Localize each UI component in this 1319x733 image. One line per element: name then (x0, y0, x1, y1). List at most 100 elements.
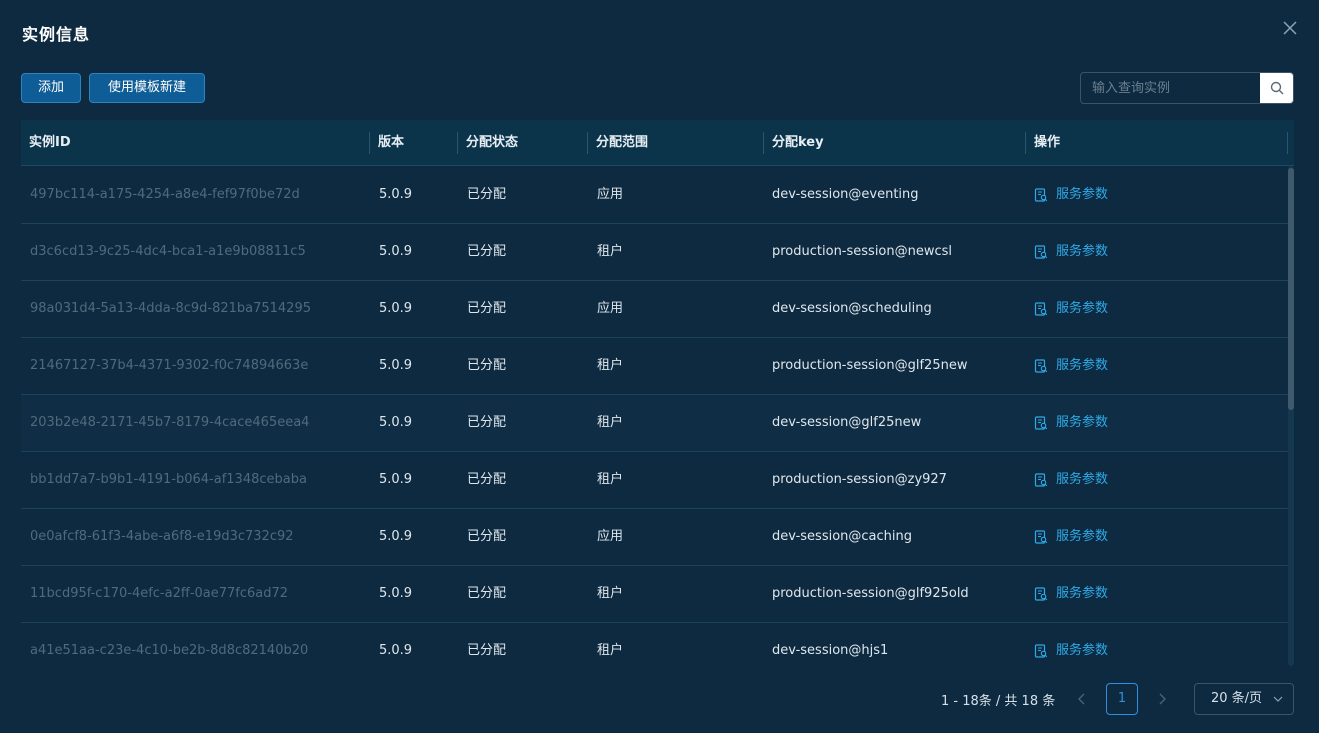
cell-key: production-session@glf925old (772, 586, 969, 601)
search-box (1080, 72, 1294, 104)
service-params-link[interactable]: 服务参数 (1025, 224, 1108, 280)
table-scrollbar[interactable] (1288, 166, 1294, 666)
add-button[interactable]: 添加 (21, 73, 81, 103)
service-params-link[interactable]: 服务参数 (1025, 452, 1108, 508)
column-header-version: 版本 (370, 120, 458, 166)
cell-status: 已分配 (467, 415, 507, 430)
cell-version: 5.0.9 (379, 415, 413, 430)
cell-status: 已分配 (467, 529, 507, 544)
chevron-down-icon (1273, 696, 1283, 702)
table-row: 11bcd95f-c170-4efc-a2ff-0ae77fc6ad72 5.0.… (21, 566, 1288, 623)
cell-status: 已分配 (467, 358, 507, 373)
params-doc-icon (1034, 644, 1048, 658)
service-params-link[interactable]: 服务参数 (1025, 509, 1108, 565)
table-row: d3c6cd13-9c25-4dc4-bca1-a1e9b08811c5 5.0.… (21, 224, 1288, 281)
cell-scope: 租户 (597, 415, 624, 430)
params-doc-icon (1034, 188, 1048, 202)
column-header-status: 分配状态 (458, 120, 588, 166)
next-page-icon[interactable] (1152, 689, 1172, 709)
page-number-button[interactable]: 1 (1106, 683, 1138, 715)
service-params-link[interactable]: 服务参数 (1025, 566, 1108, 622)
pagination-total: 1 - 18条 / 共 18 条 (941, 694, 1056, 709)
prev-page-icon[interactable] (1072, 689, 1092, 709)
cell-key: dev-session@scheduling (772, 301, 932, 316)
table-row: 98a031d4-5a13-4dda-8c9d-821ba7514295 5.0.… (21, 281, 1288, 338)
cell-scope: 应用 (597, 187, 624, 202)
params-doc-icon (1034, 587, 1048, 601)
params-doc-icon (1034, 416, 1048, 430)
cell-status: 已分配 (467, 586, 507, 601)
cell-scope: 租户 (597, 586, 624, 601)
service-params-link[interactable]: 服务参数 (1025, 395, 1108, 451)
service-params-label: 服务参数 (1056, 244, 1109, 259)
cell-key: production-session@newcsl (772, 244, 953, 259)
column-header-instance-id: 实例ID (21, 120, 370, 166)
table-header: 实例ID 版本 分配状态 分配范围 分配key 操作 (21, 120, 1294, 166)
params-doc-icon (1034, 359, 1048, 373)
cell-version: 5.0.9 (379, 358, 413, 373)
cell-version: 5.0.9 (379, 529, 413, 544)
cell-version: 5.0.9 (379, 586, 413, 601)
service-params-link[interactable]: 服务参数 (1025, 167, 1108, 223)
cell-scope: 应用 (597, 529, 624, 544)
table-row: 21467127-37b4-4371-9302-f0c74894663e 5.0.… (21, 338, 1288, 395)
service-params-label: 服务参数 (1056, 415, 1109, 430)
cell-instance-id: 497bc114-a175-4254-a8e4-fef97f0be72d (30, 187, 300, 202)
cell-key: production-session@glf25new (772, 358, 968, 373)
scrollbar-thumb[interactable] (1288, 168, 1294, 410)
cell-status: 已分配 (467, 187, 507, 202)
cell-instance-id: bb1dd7a7-b9b1-4191-b064-af1348cebaba (30, 472, 307, 487)
table-row: 203b2e48-2171-45b7-8179-4cace465eea4 5.0.… (21, 395, 1288, 452)
params-doc-icon (1034, 245, 1048, 259)
create-from-template-button[interactable]: 使用模板新建 (89, 73, 205, 103)
instance-table: 实例ID 版本 分配状态 分配范围 分配key 操作 497bc114-a175… (21, 120, 1294, 668)
table-row: 497bc114-a175-4254-a8e4-fef97f0be72d 5.0.… (21, 167, 1288, 224)
table-row: 0e0afcf8-61f3-4abe-a6f8-e19d3c732c92 5.0.… (21, 509, 1288, 566)
search-icon (1270, 81, 1283, 95)
cell-scope: 租户 (597, 472, 624, 487)
service-params-link[interactable]: 服务参数 (1025, 623, 1108, 668)
cell-scope: 应用 (597, 301, 624, 316)
params-doc-icon (1034, 473, 1048, 487)
page-size-select[interactable]: 20 条/页 (1194, 683, 1294, 715)
column-header-key: 分配key (764, 120, 1026, 166)
cell-instance-id: 203b2e48-2171-45b7-8179-4cace465eea4 (30, 415, 310, 430)
cell-status: 已分配 (467, 244, 507, 259)
cell-status: 已分配 (467, 472, 507, 487)
service-params-link[interactable]: 服务参数 (1025, 338, 1108, 394)
service-params-label: 服务参数 (1056, 358, 1109, 373)
cell-instance-id: 98a031d4-5a13-4dda-8c9d-821ba7514295 (30, 301, 311, 316)
cell-instance-id: 21467127-37b4-4371-9302-f0c74894663e (30, 358, 309, 373)
cell-status: 已分配 (467, 301, 507, 316)
service-params-label: 服务参数 (1056, 187, 1109, 202)
service-params-label: 服务参数 (1056, 529, 1109, 544)
cell-instance-id: 11bcd95f-c170-4efc-a2ff-0ae77fc6ad72 (30, 586, 289, 601)
params-doc-icon (1034, 302, 1048, 316)
service-params-link[interactable]: 服务参数 (1025, 281, 1108, 337)
column-header-scope: 分配范围 (588, 120, 764, 166)
cell-instance-id: a41e51aa-c23e-4c10-be2b-8d8c82140b20 (30, 643, 309, 658)
cell-version: 5.0.9 (379, 472, 413, 487)
cell-scope: 租户 (597, 244, 624, 259)
table-row: bb1dd7a7-b9b1-4191-b064-af1348cebaba 5.0.… (21, 452, 1288, 509)
table-body: 497bc114-a175-4254-a8e4-fef97f0be72d 5.0.… (21, 167, 1288, 668)
cell-instance-id: d3c6cd13-9c25-4dc4-bca1-a1e9b08811c5 (30, 244, 306, 259)
service-params-label: 服务参数 (1056, 301, 1109, 316)
params-doc-icon (1034, 530, 1048, 544)
service-params-label: 服务参数 (1056, 472, 1109, 487)
search-input[interactable] (1081, 73, 1261, 103)
table-row: a41e51aa-c23e-4c10-be2b-8d8c82140b20 5.0.… (21, 623, 1288, 668)
cell-key: dev-session@eventing (772, 187, 919, 202)
cell-key: dev-session@glf25new (772, 415, 922, 430)
column-header-actions: 操作 (1026, 120, 1288, 166)
close-icon[interactable] (1280, 18, 1300, 38)
dialog-title: 实例信息 (22, 25, 91, 44)
page-size-value: 20 条/页 (1211, 691, 1263, 706)
cell-key: dev-session@hjs1 (772, 643, 889, 658)
search-button[interactable] (1260, 73, 1293, 103)
instance-info-dialog: 实例信息 添加 使用模板新建 实例ID 版本 分配状态 分配范围 分配key 操… (0, 0, 1319, 733)
cell-status: 已分配 (467, 643, 507, 658)
service-params-label: 服务参数 (1056, 643, 1109, 658)
cell-version: 5.0.9 (379, 301, 413, 316)
cell-instance-id: 0e0afcf8-61f3-4abe-a6f8-e19d3c732c92 (30, 529, 294, 544)
